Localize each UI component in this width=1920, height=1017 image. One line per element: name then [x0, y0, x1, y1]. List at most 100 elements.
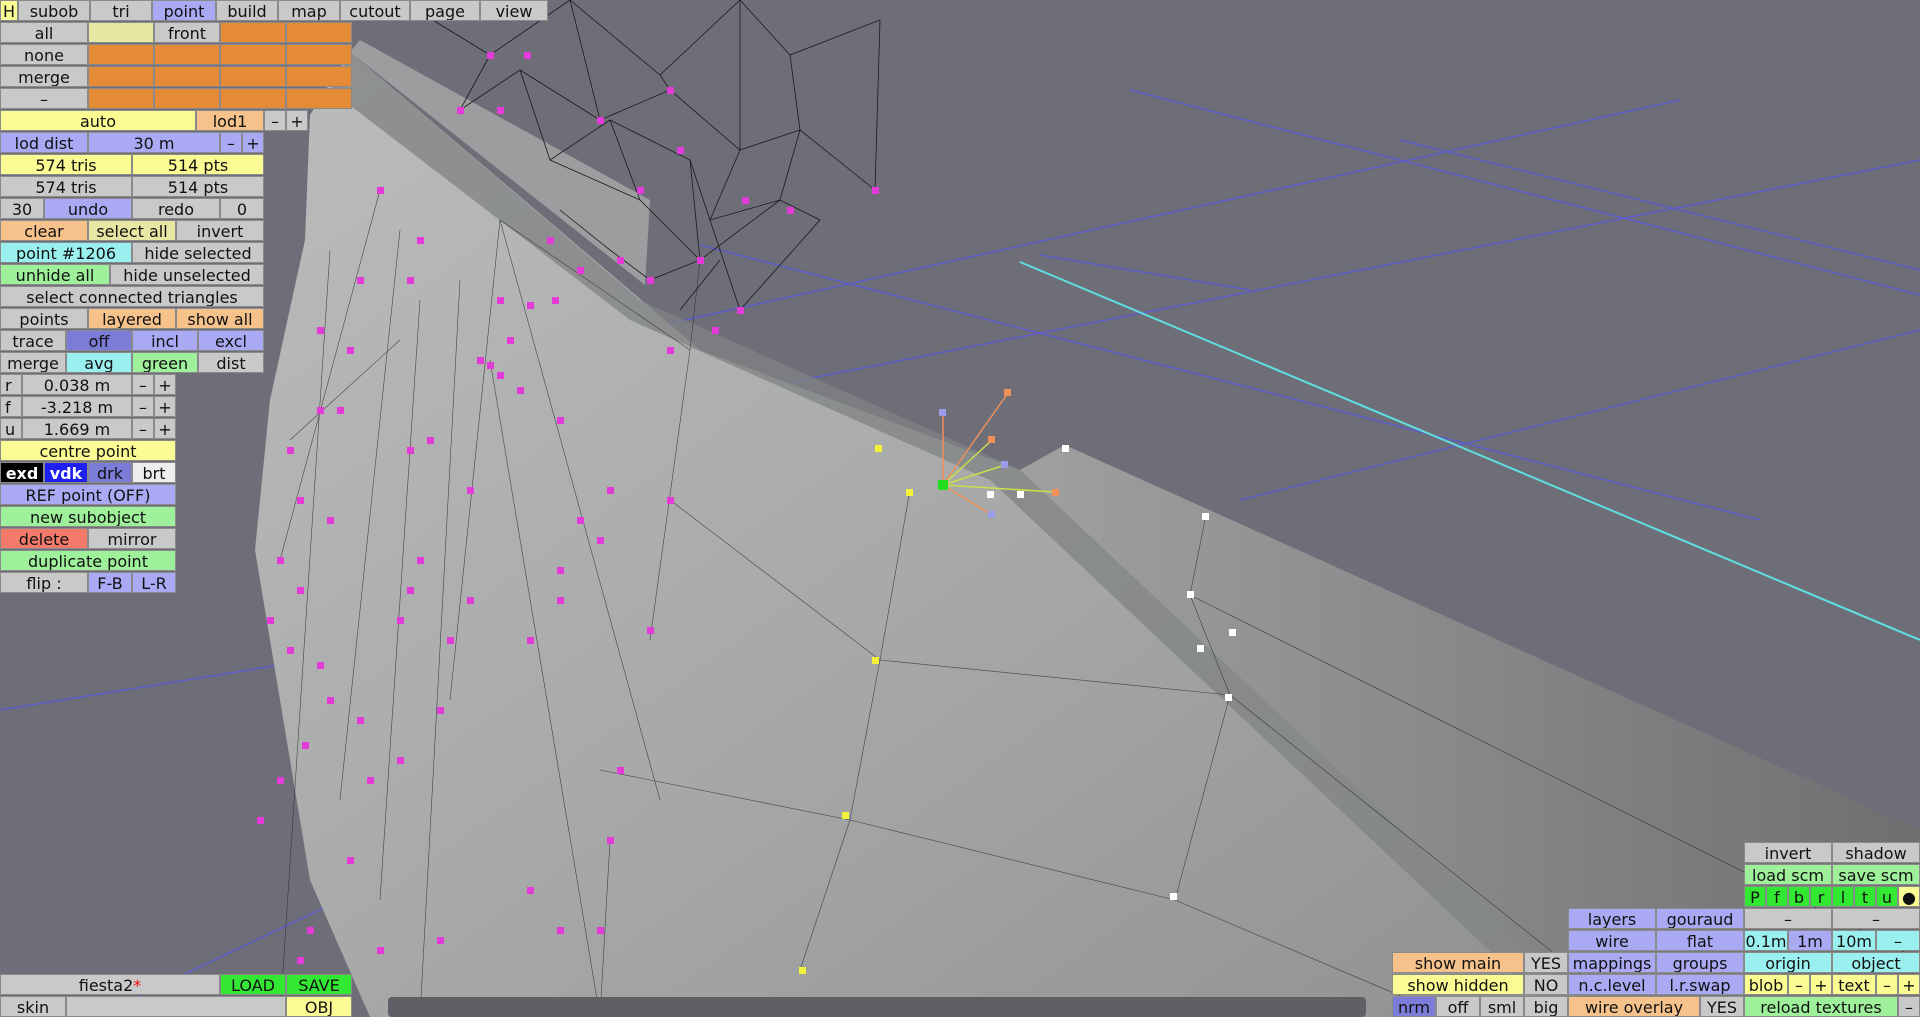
- menu-tri[interactable]: tri: [90, 0, 152, 21]
- select-connected-triangles-button[interactable]: select connected triangles: [0, 286, 264, 307]
- dash-button[interactable]: –: [1744, 908, 1832, 929]
- view-l-button[interactable]: l: [1832, 886, 1854, 907]
- big-button[interactable]: big: [1524, 996, 1568, 1017]
- redo-button[interactable]: redo: [132, 198, 220, 219]
- step-1m-button[interactable]: 1m: [1788, 930, 1832, 951]
- select-all-points-button[interactable]: select all: [88, 220, 176, 241]
- mappings-button[interactable]: mappings: [1568, 952, 1656, 973]
- trace-off-button[interactable]: off: [66, 330, 132, 351]
- lod-name[interactable]: lod1: [196, 110, 264, 131]
- trace-excl-button[interactable]: excl: [198, 330, 264, 351]
- 3d-viewport[interactable]: [0, 0, 1920, 1017]
- save-scm-button[interactable]: save scm: [1832, 864, 1920, 885]
- blob-button[interactable]: blob: [1744, 974, 1788, 995]
- invert-selection-button[interactable]: invert: [176, 220, 264, 241]
- f-value[interactable]: -3.218 m: [22, 396, 132, 417]
- select-none-button[interactable]: none: [0, 44, 88, 65]
- selection-slot[interactable]: [286, 88, 352, 109]
- u-value[interactable]: 1.669 m: [22, 418, 132, 439]
- view-t-button[interactable]: t: [1854, 886, 1876, 907]
- merge-selection-button[interactable]: merge: [0, 66, 88, 87]
- selection-slot[interactable]: [88, 66, 154, 87]
- invert-view-button[interactable]: invert: [1744, 842, 1832, 863]
- lod-auto-button[interactable]: auto: [0, 110, 196, 131]
- new-subobject-button[interactable]: new subobject: [0, 506, 176, 527]
- object-button[interactable]: object: [1832, 952, 1920, 973]
- obj-button[interactable]: OBJ: [286, 996, 352, 1017]
- show-hidden-value[interactable]: NO: [1524, 974, 1568, 995]
- wire-button[interactable]: wire: [1568, 930, 1656, 951]
- clear-button[interactable]: clear: [0, 220, 88, 241]
- view-u-button[interactable]: u: [1876, 886, 1898, 907]
- load-button[interactable]: LOAD: [220, 974, 286, 995]
- mirror-button[interactable]: mirror: [88, 528, 176, 549]
- origin-button[interactable]: origin: [1744, 952, 1832, 973]
- shade-brt-button[interactable]: brt: [132, 462, 176, 483]
- blob-minus-button[interactable]: –: [1788, 974, 1810, 995]
- shadow-button[interactable]: shadow: [1832, 842, 1920, 863]
- view-b-button[interactable]: b: [1788, 886, 1810, 907]
- groups-button[interactable]: groups: [1656, 952, 1744, 973]
- shade-exd-button[interactable]: exd: [0, 462, 44, 483]
- menu-map[interactable]: map: [278, 0, 340, 21]
- selection-slot[interactable]: [220, 66, 286, 87]
- flip-lr-button[interactable]: L-R: [132, 572, 176, 593]
- points-button[interactable]: points: [0, 308, 88, 329]
- nrm-button[interactable]: nrm: [1392, 996, 1436, 1017]
- unhide-all-button[interactable]: unhide all: [0, 264, 110, 285]
- show-hidden-label[interactable]: show hidden: [1392, 974, 1524, 995]
- step-10m-button[interactable]: 10m: [1832, 930, 1876, 951]
- sml-button[interactable]: sml: [1480, 996, 1524, 1017]
- flip-fb-button[interactable]: F-B: [88, 572, 132, 593]
- r-minus-button[interactable]: –: [132, 374, 154, 395]
- lod-plus-button[interactable]: +: [286, 110, 308, 131]
- view-f-button[interactable]: f: [1766, 886, 1788, 907]
- f-minus-button[interactable]: –: [132, 396, 154, 417]
- duplicate-point-button[interactable]: duplicate point: [0, 550, 176, 571]
- dash-button[interactable]: –: [1832, 908, 1920, 929]
- text-minus-button[interactable]: –: [1876, 974, 1898, 995]
- selection-slot[interactable]: [286, 66, 352, 87]
- selection-slot[interactable]: [154, 44, 220, 65]
- selection-slot[interactable]: [154, 66, 220, 87]
- blob-plus-button[interactable]: +: [1810, 974, 1832, 995]
- view-p-button[interactable]: P: [1744, 886, 1766, 907]
- merge-avg-button[interactable]: avg: [66, 352, 132, 373]
- show-main-label[interactable]: show main: [1392, 952, 1524, 973]
- r-plus-button[interactable]: +: [154, 374, 176, 395]
- wire-overlay-label[interactable]: wire overlay: [1568, 996, 1700, 1017]
- select-all-button[interactable]: all: [0, 22, 88, 43]
- undo-button[interactable]: undo: [44, 198, 132, 219]
- f-plus-button[interactable]: +: [154, 396, 176, 417]
- hide-selected-button[interactable]: hide selected: [132, 242, 264, 263]
- file-name-field[interactable]: fiesta2*: [0, 974, 220, 995]
- menu-h[interactable]: H: [0, 0, 18, 21]
- selection-slot[interactable]: [88, 88, 154, 109]
- menu-point[interactable]: point: [152, 0, 216, 21]
- skin-field[interactable]: [66, 996, 286, 1017]
- gouraud-button[interactable]: gouraud: [1656, 908, 1744, 929]
- flat-button[interactable]: flat: [1656, 930, 1744, 951]
- load-scm-button[interactable]: load scm: [1744, 864, 1832, 885]
- text-plus-button[interactable]: +: [1898, 974, 1920, 995]
- viewport-scrollbar[interactable]: [388, 997, 1366, 1017]
- step-minus-button[interactable]: –: [1876, 930, 1920, 951]
- text-button[interactable]: text: [1832, 974, 1876, 995]
- selection-slot[interactable]: [220, 88, 286, 109]
- selection-slot[interactable]: [220, 44, 286, 65]
- show-all-button[interactable]: show all: [176, 308, 264, 329]
- merge-green-button[interactable]: green: [132, 352, 198, 373]
- lod-minus-button[interactable]: –: [264, 110, 286, 131]
- menu-subob[interactable]: subob: [18, 0, 90, 21]
- dot-icon[interactable]: ●: [1898, 886, 1920, 907]
- trace-incl-button[interactable]: incl: [132, 330, 198, 351]
- off-button[interactable]: off: [1436, 996, 1480, 1017]
- u-plus-button[interactable]: +: [154, 418, 176, 439]
- selection-slot[interactable]: [88, 22, 154, 43]
- reload-minus-button[interactable]: –: [1898, 996, 1920, 1017]
- layers-button[interactable]: layers: [1568, 908, 1656, 929]
- layered-button[interactable]: layered: [88, 308, 176, 329]
- menu-cutout[interactable]: cutout: [340, 0, 410, 21]
- menu-build[interactable]: build: [216, 0, 278, 21]
- selection-slot[interactable]: [154, 88, 220, 109]
